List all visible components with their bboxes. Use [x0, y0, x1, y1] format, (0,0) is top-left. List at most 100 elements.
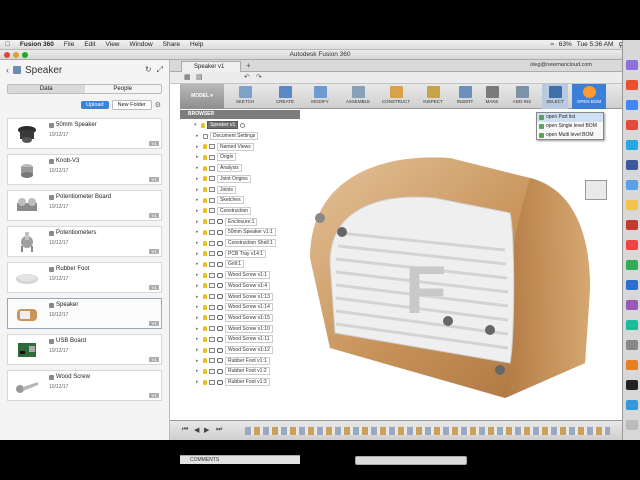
browser-node[interactable]: ▸ Sketches: [196, 195, 244, 205]
visibility-bulb-icon[interactable]: [203, 368, 207, 374]
timeline-start-icon[interactable]: ⏮: [182, 426, 188, 434]
file-card-potentiometer-board[interactable]: Potentiometer Board 10/12/17 V1: [7, 190, 162, 221]
expand-triangle-icon[interactable]: ▸: [196, 165, 201, 171]
timeline-play-icon[interactable]: ▶: [204, 426, 209, 434]
dock-app-icon[interactable]: [626, 220, 638, 230]
new-tab-plus-icon[interactable]: +: [246, 61, 251, 70]
expand-triangle-icon[interactable]: ▸: [196, 379, 201, 385]
toolbar-open-bom[interactable]: OPEN BOM: [572, 84, 606, 109]
visibility-bulb-icon[interactable]: [203, 176, 207, 182]
visibility-bulb-icon[interactable]: [203, 326, 207, 332]
visibility-bulb-icon[interactable]: [203, 165, 207, 171]
dock-app-icon[interactable]: [626, 380, 638, 390]
comments-panel[interactable]: COMMENTS: [180, 455, 300, 464]
collapse-triangle-icon[interactable]: ▾: [194, 122, 199, 128]
settings-gear-icon[interactable]: ⚙: [155, 101, 161, 109]
dock-app-icon[interactable]: [626, 340, 638, 350]
upload-button[interactable]: Upload: [81, 101, 109, 109]
browser-node[interactable]: ▸ Named Views: [196, 142, 254, 152]
menu-view[interactable]: View: [101, 41, 125, 48]
expand-triangle-icon[interactable]: ▸: [196, 187, 201, 193]
visibility-bulb-icon[interactable]: [203, 379, 207, 385]
browser-node[interactable]: ▸ Wood Screw v1:14: [196, 302, 273, 312]
menu-open-multi-level-bom[interactable]: open Multi level BOM: [537, 131, 603, 140]
navigation-bar[interactable]: [355, 456, 467, 465]
version-badge[interactable]: V1: [149, 393, 159, 398]
workspace-switcher[interactable]: MODEL ▾: [180, 84, 224, 109]
visibility-bulb-icon[interactable]: [203, 197, 207, 203]
expand-triangle-icon[interactable]: ▸: [196, 240, 201, 246]
dock-app-icon[interactable]: [626, 240, 638, 250]
expand-triangle-icon[interactable]: ▸: [196, 133, 201, 139]
clock[interactable]: Tue 5:36 AM: [577, 41, 614, 48]
browser-node[interactable]: ▸ Wood Screw v1:10: [196, 324, 273, 334]
minimize-window-icon[interactable]: [13, 52, 19, 58]
tab-data[interactable]: Data: [8, 85, 85, 93]
expand-triangle-icon[interactable]: ▸: [196, 326, 201, 332]
tab-people[interactable]: People: [85, 85, 162, 93]
expand-triangle-icon[interactable]: ▸: [196, 219, 201, 225]
dock-app-icon[interactable]: [626, 60, 638, 70]
visibility-bulb-icon[interactable]: [203, 315, 207, 321]
menu-open-part-list[interactable]: open Part list: [537, 113, 603, 122]
timeline-back-icon[interactable]: ◀: [194, 426, 199, 434]
browser-node[interactable]: ▸ PCB Tray v14:1: [196, 249, 267, 259]
dock-app-icon[interactable]: [626, 400, 638, 410]
toolbar-make[interactable]: MAKE: [480, 84, 504, 109]
expand-triangle-icon[interactable]: ▸: [196, 197, 201, 203]
user-account[interactable]: oleg@newmancloud.com: [530, 62, 592, 68]
expand-triangle-icon[interactable]: ▸: [196, 347, 201, 353]
file-menu-icon[interactable]: ▤: [196, 73, 203, 81]
visibility-bulb-icon[interactable]: [203, 272, 207, 278]
toolbar-assemble[interactable]: ASSEMBLE: [340, 84, 376, 109]
toolbar-construct[interactable]: CONSTRUCT: [377, 84, 415, 109]
version-badge[interactable]: V1: [149, 249, 159, 254]
visibility-bulb-icon[interactable]: [203, 240, 207, 246]
version-badge[interactable]: V1: [149, 213, 159, 218]
expand-triangle-icon[interactable]: ▸: [196, 261, 201, 267]
menu-edit[interactable]: Edit: [79, 41, 100, 48]
browser-header[interactable]: BROWSER: [180, 110, 300, 119]
expand-triangle-icon[interactable]: ▸: [196, 294, 201, 300]
battery-percent[interactable]: 63%: [559, 41, 572, 48]
browser-node[interactable]: ▸ Wood Screw v1:15: [196, 313, 273, 323]
toolbar-add-ins[interactable]: ADD-INS: [507, 84, 537, 109]
expand-triangle-icon[interactable]: ▸: [196, 176, 201, 182]
visibility-bulb-icon[interactable]: [201, 122, 205, 128]
dock-app-icon[interactable]: [626, 100, 638, 110]
expand-triangle-icon[interactable]: ▸: [196, 315, 201, 321]
dock-app-icon[interactable]: [626, 200, 638, 210]
expand-triangle-icon[interactable]: ▸: [196, 251, 201, 257]
undo-icon[interactable]: ↶: [244, 73, 250, 81]
expand-triangle-icon[interactable]: ▸: [196, 272, 201, 278]
timeline-end-icon[interactable]: ⏭: [216, 426, 222, 434]
dock-app-icon[interactable]: [626, 160, 638, 170]
browser-node[interactable]: ▸ Rubber Foot v1:2: [196, 366, 270, 376]
menu-share[interactable]: Share: [158, 41, 185, 48]
visibility-bulb-icon[interactable]: [203, 304, 207, 310]
activate-radio-icon[interactable]: [240, 122, 246, 128]
expand-triangle-icon[interactable]: ▸: [196, 336, 201, 342]
visibility-bulb-icon[interactable]: [203, 294, 207, 299]
file-card-usb-board[interactable]: USB Board 10/12/17 V1: [7, 334, 162, 365]
browser-node[interactable]: ▸ Joint Origins: [196, 174, 251, 184]
browser-node[interactable]: ▸ Wood Screw v1:4: [196, 281, 271, 291]
refresh-icon[interactable]: ↻: [145, 65, 152, 75]
visibility-bulb-icon[interactable]: [203, 144, 207, 150]
menu-open-single-level-bom[interactable]: open Single level BOM: [537, 122, 603, 131]
expand-triangle-icon[interactable]: ▸: [196, 283, 201, 289]
dock-app-icon[interactable]: [626, 140, 638, 150]
dock-app-icon[interactable]: [626, 320, 638, 330]
visibility-bulb-icon[interactable]: [203, 347, 207, 353]
wifi-icon[interactable]: ≈: [550, 41, 554, 48]
back-chevron-icon[interactable]: ‹: [6, 65, 9, 75]
dock-app-icon[interactable]: [626, 120, 638, 130]
speaker-model[interactable]: F: [270, 138, 610, 408]
visibility-bulb-icon[interactable]: [203, 187, 207, 192]
browser-node[interactable]: ▸ Document Settings: [196, 131, 259, 141]
version-badge[interactable]: V1: [149, 141, 159, 146]
file-card-knob-v3[interactable]: Knob-V3 10/12/17 V1: [7, 154, 162, 185]
browser-root-node[interactable]: ▾ Speaker v1: [194, 120, 246, 130]
version-badge[interactable]: V1: [149, 357, 159, 362]
expand-triangle-icon[interactable]: ▸: [196, 229, 201, 235]
